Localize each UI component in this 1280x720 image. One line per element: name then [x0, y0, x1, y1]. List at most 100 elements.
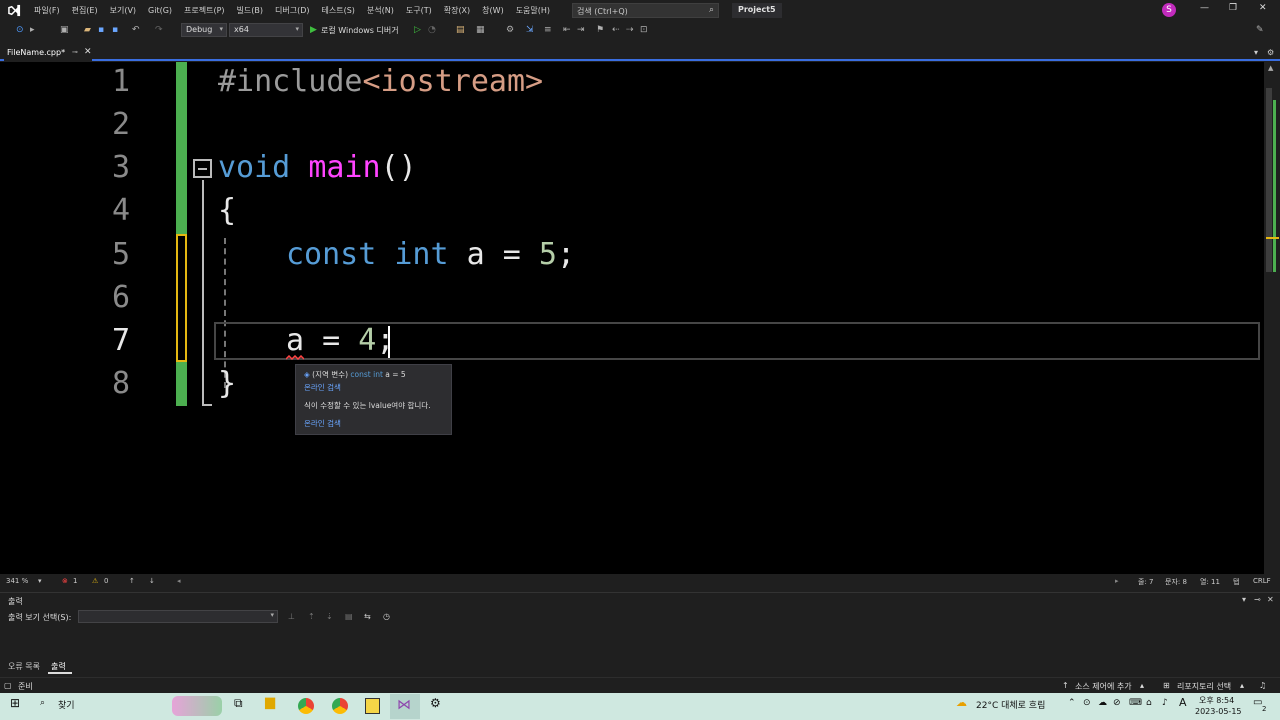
forward-icon[interactable]: ▸ — [30, 25, 35, 35]
menu-window[interactable]: 창(W) — [476, 5, 510, 16]
visual-studio-taskbar-active[interactable]: ⋈ — [390, 694, 420, 719]
word-wrap-icon[interactable]: ⇆ — [364, 612, 371, 621]
weather-text[interactable]: 22°C 대체로 흐림 — [976, 698, 1045, 711]
start-without-debug-icon[interactable]: ▷ — [414, 25, 421, 35]
extensions-icon[interactable]: ⚙ — [506, 25, 514, 35]
menu-project[interactable]: 프로젝트(P) — [178, 5, 231, 16]
menu-edit[interactable]: 편집(E) — [66, 5, 104, 16]
menu-analyze[interactable]: 분석(N) — [361, 5, 400, 16]
prev-message-icon[interactable]: ⇡ — [308, 612, 315, 621]
next-bookmark-icon[interactable]: ⇢ — [626, 25, 634, 35]
code-editor[interactable]: 1 2 3 4 5 6 7 8 #include<iostream> void … — [0, 62, 1264, 574]
scroll-left-icon[interactable]: ◂ — [177, 577, 181, 585]
task-view-icon[interactable]: ⧉ — [234, 696, 243, 711]
collapse-region-icon[interactable] — [193, 159, 212, 178]
tray-cloud-icon[interactable]: ☁ — [1098, 698, 1107, 708]
settings-icon[interactable]: ⚙ — [1267, 48, 1274, 57]
menu-help[interactable]: 도움말(H) — [510, 5, 556, 16]
output-source-select[interactable]: ▾ — [78, 610, 278, 623]
avatar[interactable]: S — [1162, 3, 1176, 17]
tray-keyboard-icon[interactable]: ⌨ — [1129, 698, 1142, 708]
chrome-profile-icon[interactable] — [332, 698, 348, 714]
tab-output[interactable]: 출력 — [51, 661, 66, 672]
menu-extensions[interactable]: 확장(X) — [438, 5, 476, 16]
menu-test[interactable]: 테스트(S) — [316, 5, 361, 16]
platform-dropdown[interactable]: x64 ▾ — [229, 23, 303, 37]
taskbar-search-label[interactable]: 찾기 — [58, 698, 75, 711]
tray-app2-icon[interactable]: ⊘ — [1113, 698, 1121, 708]
indent-icon[interactable]: ⇤ — [563, 25, 571, 35]
pin-icon[interactable]: ⊸ — [1254, 595, 1261, 604]
tab-filename[interactable]: FileName.cpp* ⊸ ✕ — [4, 46, 92, 61]
clock-time[interactable]: 오후 8:54 — [1199, 695, 1234, 706]
scrollbar-thumb[interactable] — [1266, 88, 1272, 272]
source-control-button[interactable]: 소스 제어에 추가 — [1075, 681, 1132, 692]
find-message-icon[interactable]: ⊥ — [288, 612, 295, 621]
menu-git[interactable]: Git(G) — [142, 6, 178, 15]
notification-bell-icon[interactable]: ♫ — [1259, 681, 1266, 690]
prev-bookmark-icon[interactable]: ⇠ — [612, 25, 620, 35]
open-folder-icon[interactable]: ▰ — [84, 25, 91, 35]
save-all-icon[interactable]: ▪ — [112, 25, 118, 35]
tab-indicator[interactable]: 탭 — [1233, 577, 1239, 587]
pin-icon[interactable]: ⊸ — [72, 48, 78, 56]
online-search-link[interactable]: 온라인 검색 — [304, 382, 341, 393]
error-count[interactable]: 1 — [73, 577, 77, 585]
menu-tools[interactable]: 도구(T) — [400, 5, 438, 16]
outdent-icon[interactable]: ⇥ — [577, 25, 585, 35]
tray-app-icon[interactable]: ⊙ — [1083, 698, 1091, 708]
search-icon[interactable]: ⌕ — [40, 698, 45, 708]
chrome-icon[interactable] — [298, 698, 314, 714]
config-dropdown[interactable]: Debug ▾ — [181, 23, 227, 37]
visual-studio-logo-icon[interactable] — [0, 0, 28, 21]
menu-build[interactable]: 빌드(B) — [231, 5, 269, 16]
clock-date[interactable]: 2023-05-15 — [1195, 707, 1242, 716]
search-highlight-image[interactable] — [172, 696, 222, 716]
input-language[interactable]: A — [1179, 696, 1187, 709]
tab-dropdown-icon[interactable]: ▾ — [1254, 48, 1258, 57]
run-debugger-button[interactable]: 로컬 Windows 디버거 — [321, 25, 399, 36]
feedback-icon[interactable]: ✎ — [1256, 25, 1264, 35]
layout-icon[interactable]: ▦ — [476, 25, 485, 35]
tab-error-list[interactable]: 오류 목록 — [8, 661, 40, 672]
file-explorer-icon[interactable]: ▆ — [265, 695, 275, 710]
close-tab-icon[interactable]: ✕ — [84, 47, 92, 57]
close-icon[interactable]: ✕ — [1267, 595, 1274, 604]
arrow-up-icon[interactable]: ↑ — [129, 577, 135, 585]
repository-button[interactable]: 리포지토리 선택 — [1177, 681, 1231, 692]
solution-explorer-icon[interactable]: ▤ — [456, 25, 465, 35]
project-name[interactable]: Project5 — [732, 3, 782, 18]
hot-reload-icon[interactable]: ◔ — [428, 25, 436, 35]
tray-chevron-up-icon[interactable]: ⌃ — [1068, 698, 1076, 708]
redo-icon[interactable]: ↷ — [155, 25, 163, 35]
warning-count[interactable]: 0 — [104, 577, 108, 585]
sticky-notes-icon[interactable] — [365, 698, 380, 714]
clock-icon[interactable]: ◷ — [383, 612, 390, 621]
scroll-right-icon[interactable]: ▸ — [1115, 577, 1119, 585]
zoom-level[interactable]: 341 % — [6, 577, 28, 585]
menu-file[interactable]: 파일(F) — [28, 5, 66, 16]
next-message-icon[interactable]: ⇣ — [326, 612, 333, 621]
undo-icon[interactable]: ↶ — [132, 25, 140, 35]
comment-icon[interactable]: ≡ — [544, 25, 552, 35]
new-project-icon[interactable]: ▣ — [60, 25, 69, 35]
bookmark-icon[interactable]: ⚑ — [596, 25, 604, 35]
step-icon[interactable]: ⇲ — [526, 25, 534, 35]
close-icon[interactable]: ✕ — [1259, 3, 1267, 13]
maximize-icon[interactable]: ❐ — [1229, 3, 1237, 13]
panel-dropdown-icon[interactable]: ▾ — [1242, 595, 1246, 604]
back-icon[interactable]: ⊙ — [16, 25, 24, 35]
error-icon[interactable]: ⊗ — [62, 577, 68, 585]
clear-bookmarks-icon[interactable]: ⊡ — [640, 25, 648, 35]
settings-gear-icon[interactable]: ⚙ — [430, 696, 441, 710]
clear-all-icon[interactable]: ▤ — [345, 612, 353, 621]
eol-indicator[interactable]: CRLF — [1253, 577, 1271, 585]
weather-icon[interactable]: ☁ — [956, 696, 967, 709]
online-search-link[interactable]: 온라인 검색 — [304, 418, 341, 429]
menu-debug[interactable]: 디버그(D) — [269, 5, 315, 16]
run-icon[interactable]: ▶ — [310, 25, 317, 35]
windows-start-icon[interactable]: ⊞ — [10, 696, 20, 710]
search-input[interactable]: 검색 (Ctrl+Q) ⌕ — [572, 3, 719, 18]
save-icon[interactable]: ▪ — [98, 25, 104, 35]
network-icon[interactable]: ⌂ — [1146, 698, 1152, 708]
